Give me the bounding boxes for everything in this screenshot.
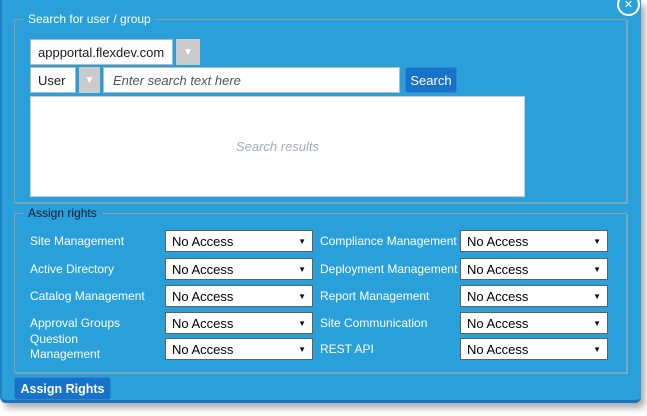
label-rest-api: REST API xyxy=(320,342,374,357)
select-value: No Access xyxy=(172,234,233,249)
domain-combobox-arrow-icon[interactable]: ▼ xyxy=(176,39,200,65)
chevron-down-icon: ▼ xyxy=(298,265,306,274)
label-deployment-management: Deployment Management xyxy=(320,262,457,277)
chevron-down-icon: ▼ xyxy=(593,345,601,354)
chevron-down-icon: ▼ xyxy=(298,345,306,354)
search-type-combobox-arrow-icon[interactable]: ▼ xyxy=(79,67,100,93)
chevron-down-icon: ▼ xyxy=(593,319,601,328)
label-compliance-management: Compliance Management xyxy=(320,234,457,249)
label-question-management: Question Management xyxy=(30,332,148,362)
select-site-management[interactable]: No Access ▼ xyxy=(165,230,313,252)
select-question-management[interactable]: No Access ▼ xyxy=(165,338,313,360)
select-compliance-management[interactable]: No Access ▼ xyxy=(460,230,608,252)
select-value: No Access xyxy=(467,342,528,357)
search-type-combobox[interactable]: User xyxy=(30,67,76,93)
select-site-communication[interactable]: No Access ▼ xyxy=(460,312,608,334)
select-value: No Access xyxy=(467,234,528,249)
select-active-directory[interactable]: No Access ▼ xyxy=(165,258,313,280)
search-section-legend: Search for user / group xyxy=(23,12,156,26)
select-value: No Access xyxy=(172,262,233,277)
select-approval-groups[interactable]: No Access ▼ xyxy=(165,312,313,334)
label-approval-groups: Approval Groups xyxy=(30,316,120,331)
select-rest-api[interactable]: No Access ▼ xyxy=(460,338,608,360)
assign-rights-button[interactable]: Assign Rights xyxy=(14,377,111,400)
search-input[interactable] xyxy=(103,67,400,93)
label-site-management: Site Management xyxy=(30,234,124,249)
chevron-down-icon: ▼ xyxy=(298,292,306,301)
chevron-down-icon: ▼ xyxy=(593,237,601,246)
select-value: No Access xyxy=(172,342,233,357)
search-button[interactable]: Search xyxy=(405,67,457,93)
chevron-down-icon: ▼ xyxy=(298,319,306,328)
select-value: No Access xyxy=(467,262,528,277)
label-active-directory: Active Directory xyxy=(30,262,114,277)
select-value: No Access xyxy=(467,316,528,331)
assign-rights-legend: Assign rights xyxy=(23,206,102,220)
domain-combobox[interactable]: appportal.flexdev.com xyxy=(30,39,173,65)
select-report-management[interactable]: No Access ▼ xyxy=(460,285,608,307)
search-results-placeholder: Search results xyxy=(236,139,319,154)
select-value: No Access xyxy=(172,316,233,331)
chevron-down-icon: ▼ xyxy=(593,292,601,301)
label-site-communication: Site Communication xyxy=(320,316,427,331)
select-catalog-management[interactable]: No Access ▼ xyxy=(165,285,313,307)
select-value: No Access xyxy=(467,289,528,304)
label-report-management: Report Management xyxy=(320,289,429,304)
assign-rights-dialog: ✕ Search for user / group appportal.flex… xyxy=(0,0,641,403)
select-value: No Access xyxy=(172,289,233,304)
chevron-down-icon: ▼ xyxy=(298,237,306,246)
search-results-panel[interactable]: Search results xyxy=(30,96,525,197)
chevron-down-icon: ▼ xyxy=(593,265,601,274)
label-catalog-management: Catalog Management xyxy=(30,289,145,304)
select-deployment-management[interactable]: No Access ▼ xyxy=(460,258,608,280)
